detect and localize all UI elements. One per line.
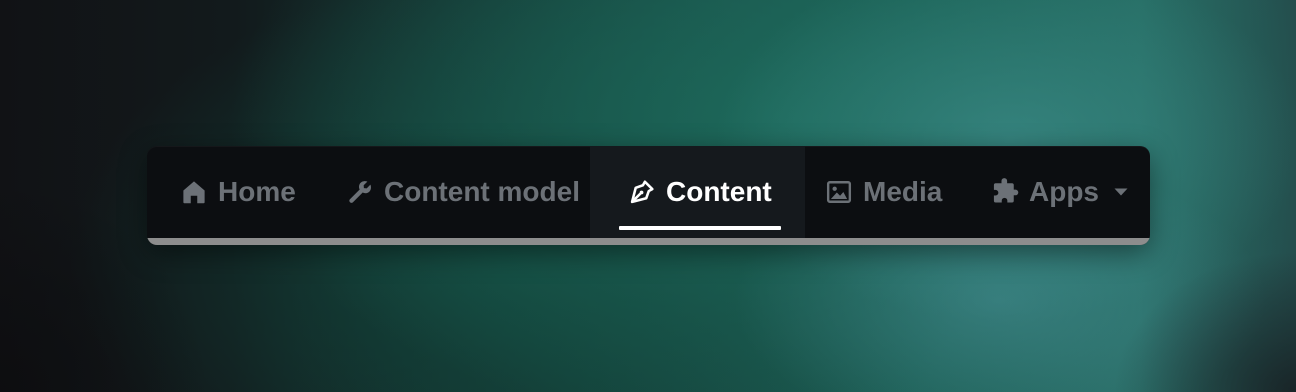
nav-item-apps[interactable]: Apps — [969, 146, 1150, 238]
wrench-icon — [346, 178, 374, 206]
nav-item-home[interactable]: Home — [147, 146, 322, 238]
pen-nib-icon — [628, 178, 656, 206]
image-icon — [825, 178, 853, 206]
nav-item-label: Media — [863, 176, 943, 207]
nav-item-label: Apps — [1029, 176, 1099, 207]
nav-item-media[interactable]: Media — [805, 146, 969, 238]
chevron-down-icon[interactable] — [1113, 187, 1129, 197]
home-icon — [180, 178, 208, 206]
nav-item-label: Home — [218, 176, 296, 207]
puzzle-icon — [991, 178, 1019, 206]
active-tab-indicator — [619, 226, 781, 230]
top-navigation-bar: Home Content model Content Media Apps — [147, 146, 1150, 245]
nav-item-label: Content model — [384, 176, 580, 207]
nav-item-label: Content — [666, 176, 772, 207]
nav-item-content[interactable]: Content — [590, 146, 805, 245]
navbar-bottom-bar — [147, 238, 1150, 245]
nav-item-content-model[interactable]: Content model — [322, 146, 590, 238]
